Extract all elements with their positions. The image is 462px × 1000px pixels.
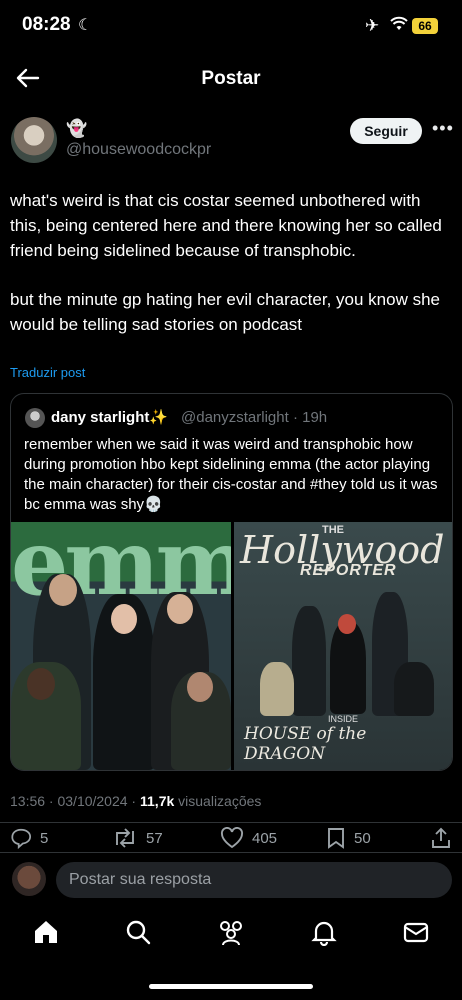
person-figure [330,622,366,714]
post-actions: 5 57 405 50 [0,822,462,852]
communities-icon[interactable] [216,918,248,950]
views-count: 11,7k [140,793,175,809]
quote-text: remember when we said it was weird and t… [24,436,438,513]
quote-time: · 19h [292,409,328,426]
divider [0,852,462,853]
face [111,604,137,634]
post-datetime: 13:56 · 03/10/2024 · [10,793,140,809]
author-avatar[interactable] [11,117,57,163]
reply-input[interactable]: Postar sua resposta [56,862,452,898]
user-avatar [12,862,46,896]
heart-icon [221,827,243,849]
bookmark-button[interactable]: 50 [326,827,371,849]
more-options-icon[interactable]: ••• [432,118,454,139]
post-body: what's weird is that cis costar seemed u… [10,188,452,361]
quote-meta: @danyzstarlight · 19h [181,409,327,426]
notifications-icon[interactable] [310,918,342,950]
repost-button[interactable]: 57 [112,827,163,849]
face [338,614,356,634]
like-count: 405 [252,829,278,847]
reply-icon [11,828,32,849]
share-button[interactable] [430,827,452,849]
home-icon[interactable] [32,918,64,950]
reply-count: 5 [40,829,49,847]
airplane-icon: ✈ [365,16,380,35]
repost-icon [116,828,134,848]
magazine-subtitle: REPORTER [300,562,397,579]
author-display-name[interactable]: 👻 [66,119,87,139]
post-paragraph: what's weird is that cis costar seemed u… [10,191,442,260]
quote-avatar [25,408,45,428]
quote-handle: @danyzstarlight [181,409,289,426]
quoted-post[interactable]: dany starlight✨ @danyzstarlight · 19h re… [10,393,453,771]
status-time: 08:28 [22,14,71,35]
person-figure [292,606,326,716]
quote-image-emmy-cover[interactable]: emmy [11,522,231,770]
search-icon[interactable] [124,918,156,950]
face [49,574,77,606]
translate-post-link[interactable]: Traduzir post [10,365,85,380]
cover-headline: HOUSE of the DRAGON [244,724,367,764]
quote-image-hollywood-reporter-cover[interactable]: THE Hollywood REPORTER INSIDE HOUSE of t… [234,522,452,770]
repost-count: 57 [146,829,163,847]
bookmark-icon [328,828,344,849]
author-handle[interactable]: @housewoodcockpr [66,141,211,159]
quote-author-name: dany starlight✨ [51,409,169,426]
reply-button[interactable]: 5 [10,827,48,849]
moon-icon: ☾ [78,17,93,34]
post-meta: 13:56 · 03/10/2024 · 11,7k visualizações [10,793,261,809]
person-figure [394,662,434,716]
home-indicator [149,984,313,989]
messages-icon[interactable] [402,918,434,950]
face [167,594,193,624]
like-button[interactable]: 405 [220,827,277,849]
share-icon [432,827,450,848]
views-label: visualizações [174,793,262,809]
person-figure [260,662,294,716]
face [187,672,213,702]
battery-indicator: 66 [412,18,438,34]
wifi-icon [390,16,408,37]
cover-inside-label: INSIDE [328,714,359,724]
page-title: Postar [201,68,261,89]
follow-button[interactable]: Seguir [350,118,422,144]
bookmark-count: 50 [354,829,371,847]
face [27,668,55,700]
post-paragraph: but the minute gp hating her evil charac… [10,290,440,334]
